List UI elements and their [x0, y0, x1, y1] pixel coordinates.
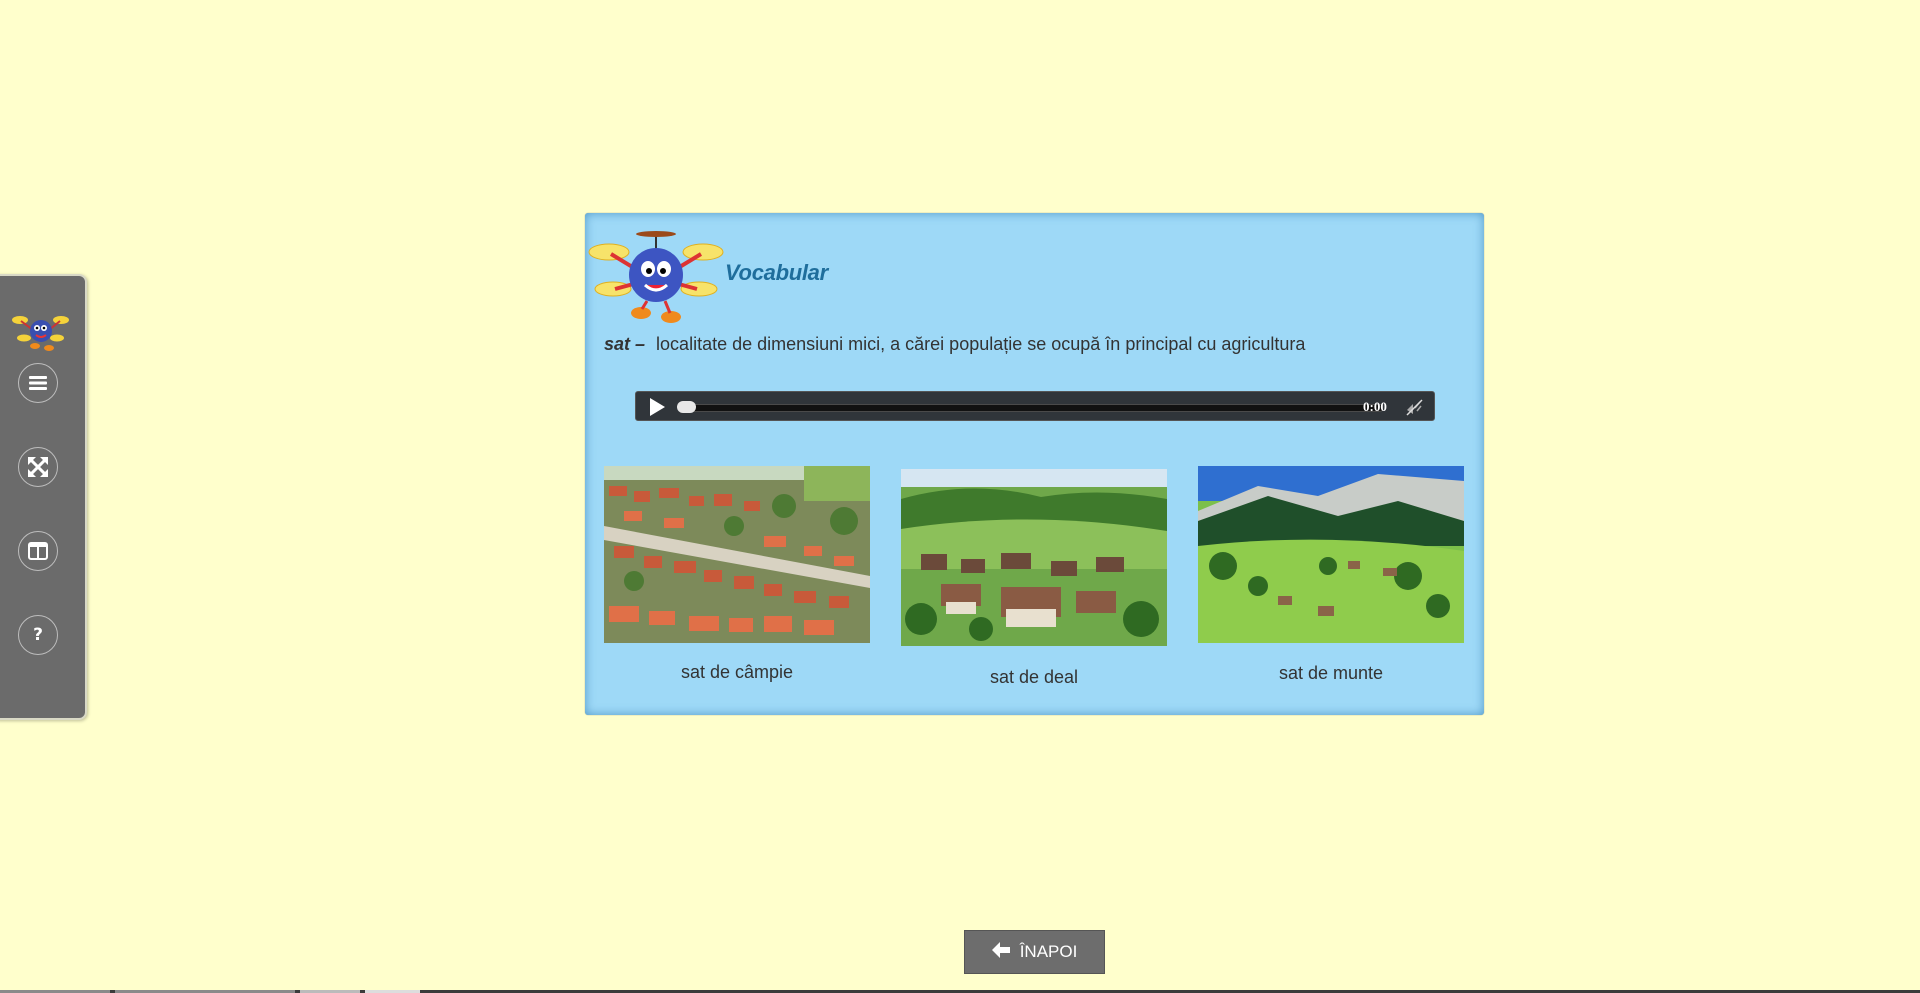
photo-plain-village [604, 466, 870, 643]
layout-button[interactable] [18, 531, 58, 571]
drone-mascot-icon [587, 227, 725, 327]
photo-hill-village [901, 469, 1167, 646]
sidebar: ? [0, 274, 87, 720]
photo-caption: sat de deal [989, 667, 1079, 687]
definition: sat – localitate de dimensiuni mici, a c… [604, 334, 1305, 355]
fullscreen-button[interactable] [18, 447, 58, 487]
menu-icon [29, 375, 47, 391]
mute-icon[interactable] [1405, 398, 1423, 416]
vocabulary-card: Vocabular sat – localitate de dimensiuni… [585, 213, 1484, 715]
photo-caption: sat de munte [1278, 663, 1384, 683]
back-button[interactable]: ÎNAPOI [964, 930, 1105, 974]
arrow-left-icon [991, 941, 1010, 963]
drone-mascot-icon[interactable] [11, 306, 71, 356]
audio-progress-track[interactable] [677, 401, 1383, 413]
back-label: ÎNAPOI [1019, 942, 1078, 961]
audio-progress-thumb[interactable] [677, 401, 696, 413]
help-icon: ? [33, 625, 43, 645]
layout-icon [28, 542, 48, 560]
page-title: Vocabular [725, 260, 828, 285]
photo-caption: sat de câmpie [680, 662, 794, 682]
definition-term: sat – [604, 334, 646, 354]
fullscreen-icon [28, 457, 48, 477]
play-icon[interactable] [647, 397, 667, 417]
menu-button[interactable] [18, 363, 58, 403]
audio-time: 0:00 [1363, 399, 1387, 414]
photo-mountain-village [1198, 466, 1464, 643]
help-button[interactable]: ? [18, 615, 58, 655]
audio-player: 0:00 [635, 391, 1435, 421]
definition-text: localitate de dimensiuni mici, a cărei p… [656, 334, 1306, 354]
